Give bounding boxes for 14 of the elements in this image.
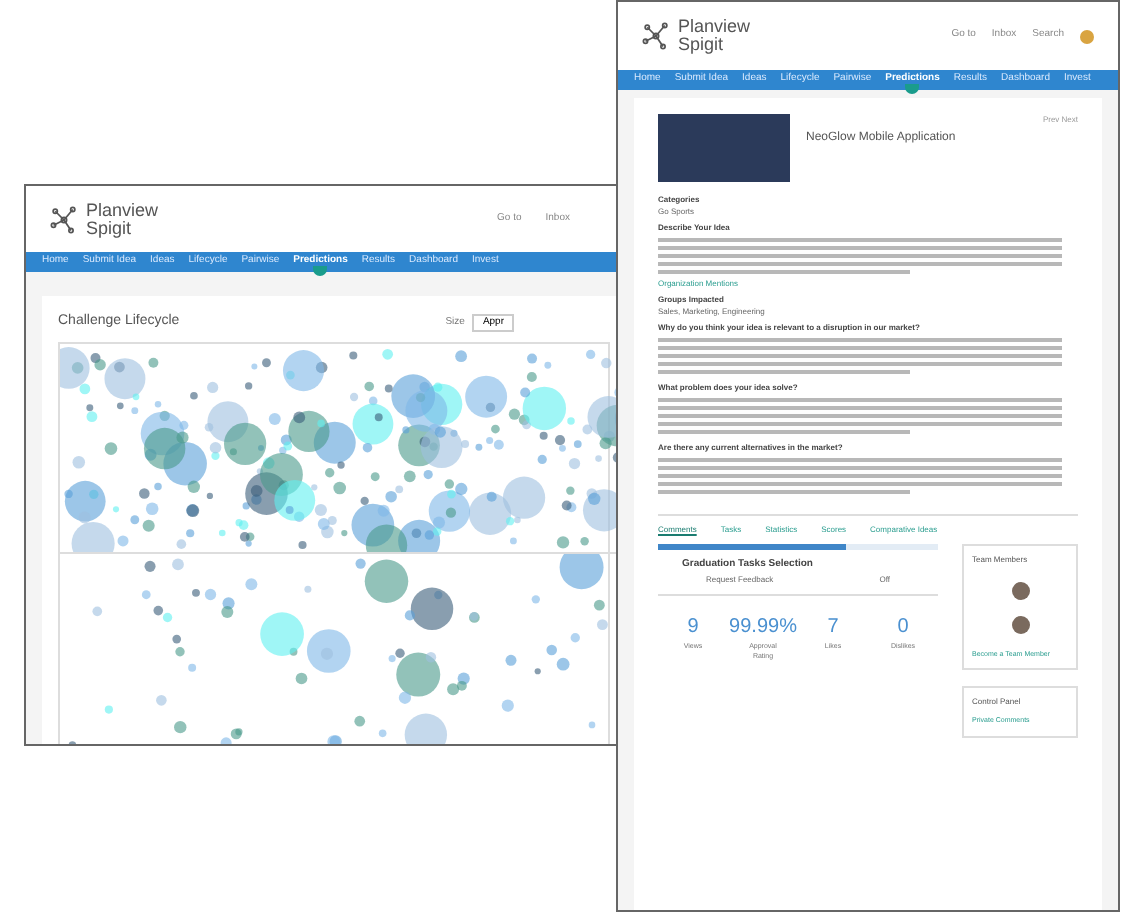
logo-text: Planview [678,18,751,36]
photo-placeholder [658,114,790,182]
logo-text: Planview [86,201,159,219]
avatar-icon[interactable] [1080,29,1094,43]
stat-value: 9 [687,613,699,641]
active-indicator [313,266,328,277]
network-logo-icon [642,22,670,50]
active-indicator [905,84,920,95]
logo-text: Spigit [86,219,134,237]
network-logo-icon [50,205,78,233]
stat-value: 0 [897,613,909,641]
stat-value: 99.99% [729,613,797,641]
logo-text: Spigit [678,36,726,54]
stat-value: 7 [827,613,839,641]
